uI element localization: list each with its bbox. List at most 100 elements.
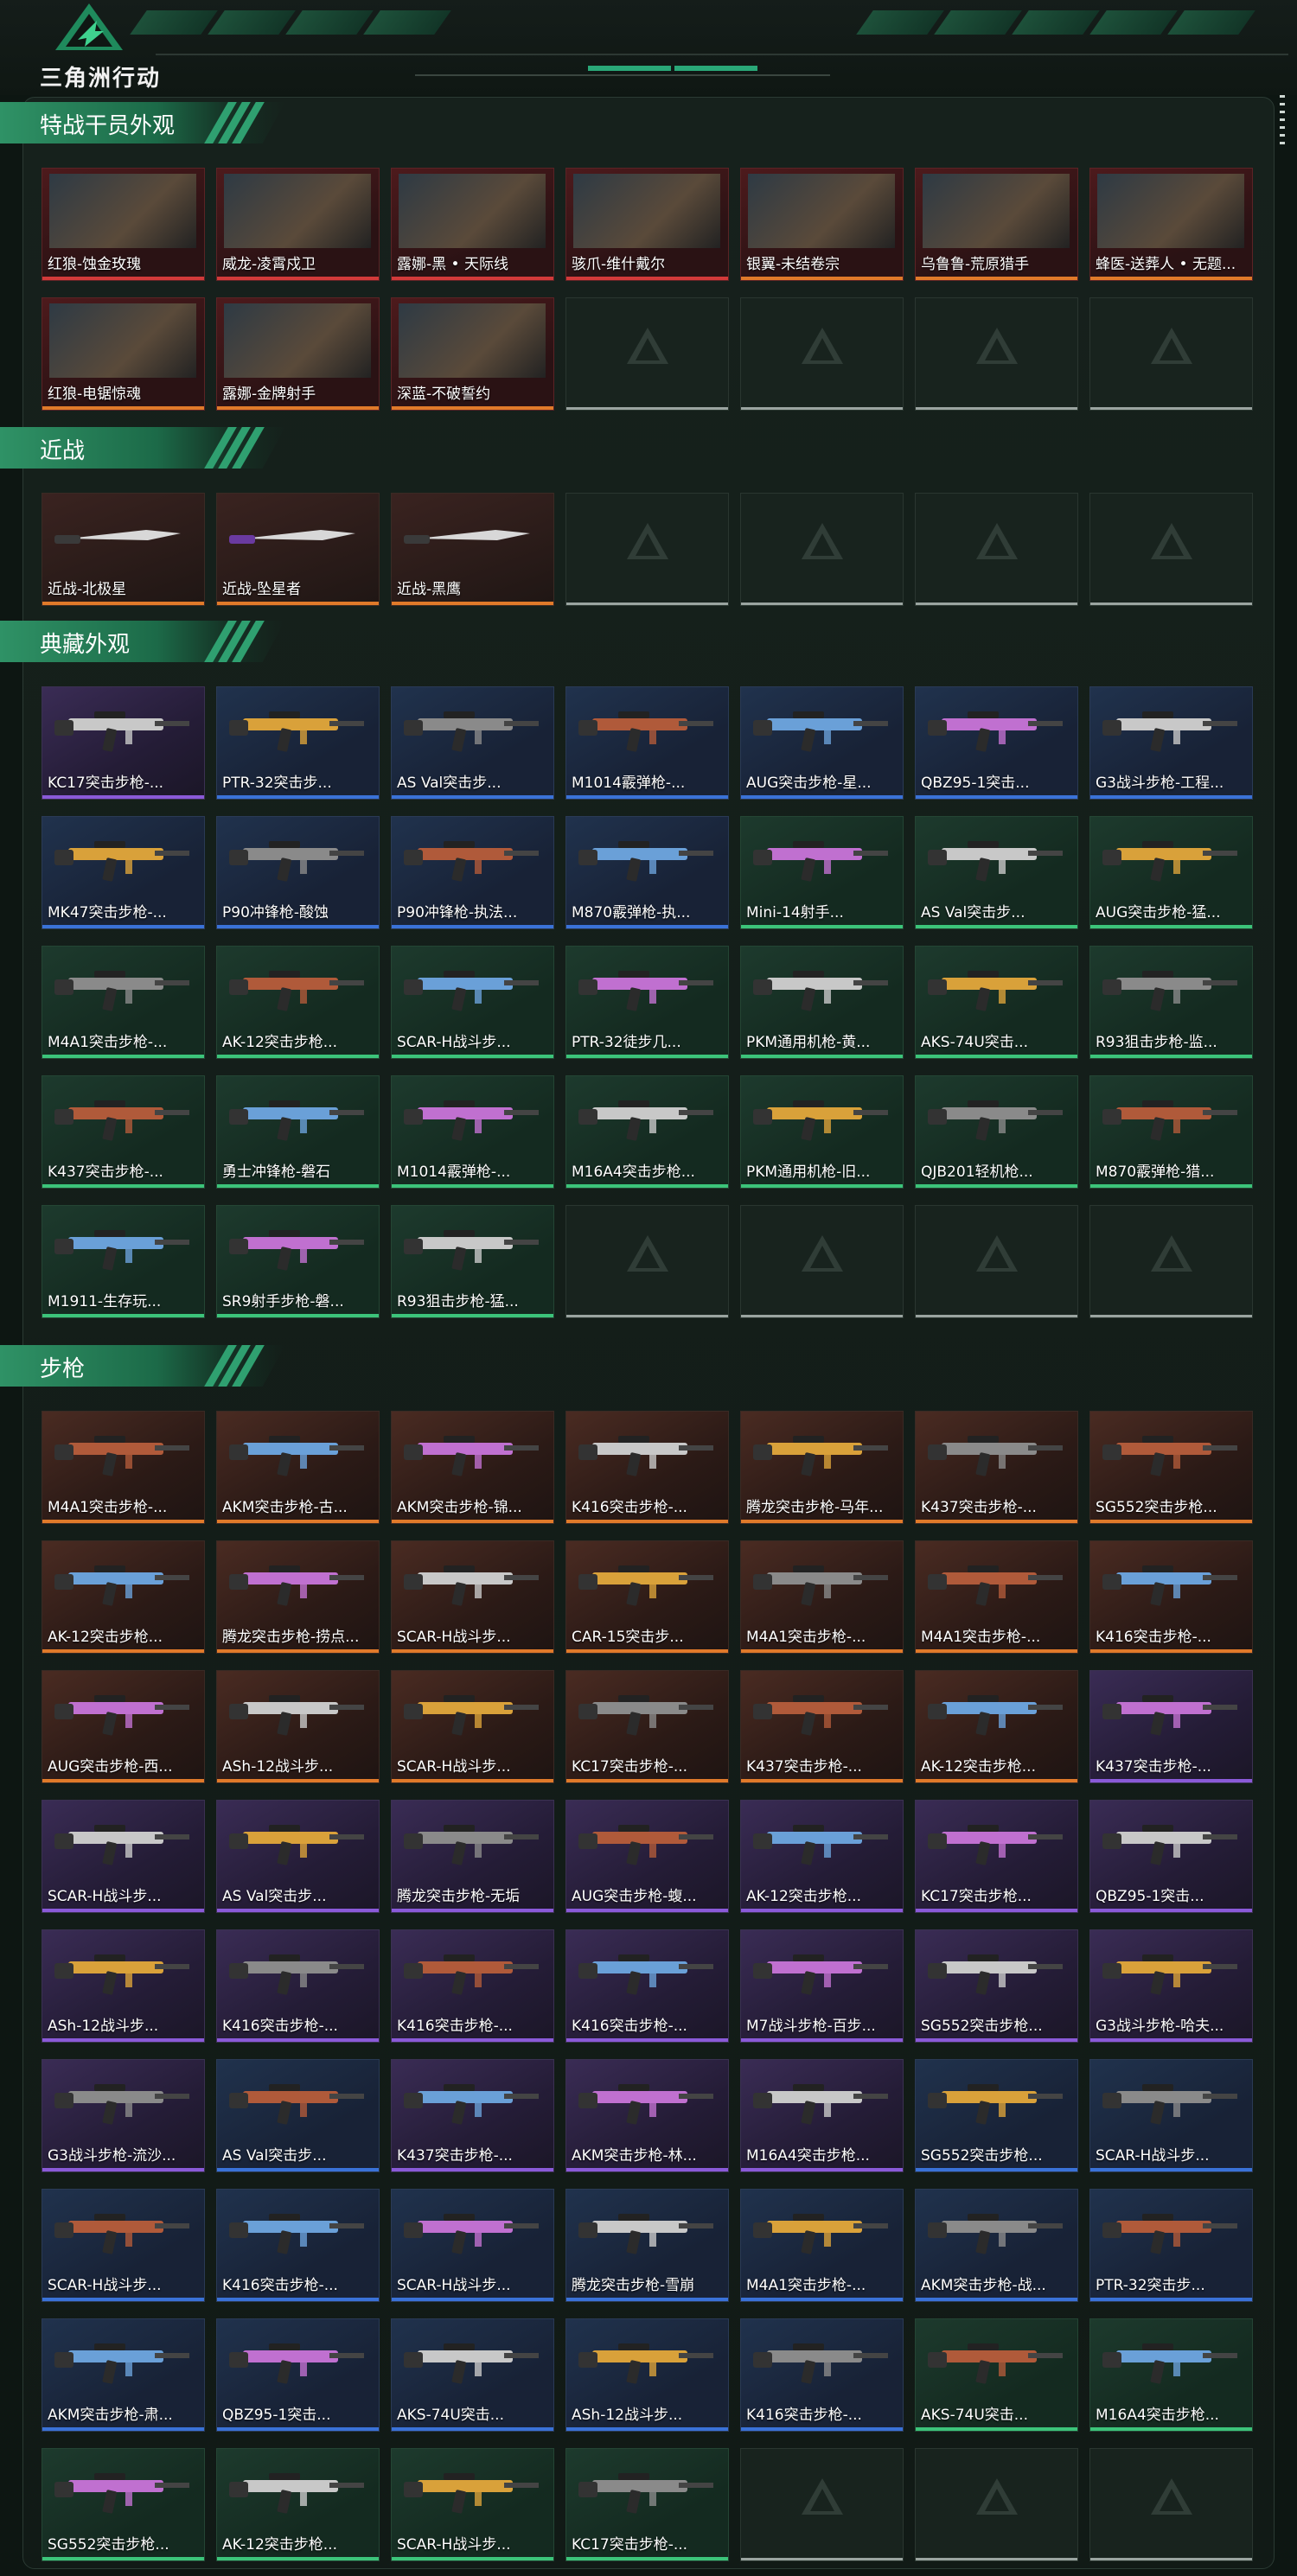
weapon-skin-card[interactable]: 腾龙突击步枪-雪崩 xyxy=(565,2189,729,2302)
agent-skin-card[interactable]: 深蓝-不破誓约 xyxy=(391,297,554,411)
weapon-skin-card[interactable]: AKM突击步枪-古... xyxy=(216,1411,380,1524)
weapon-skin-card[interactable]: M870霰弹枪-执... xyxy=(565,816,729,929)
weapon-skin-card[interactable]: P90冲锋枪-执法... xyxy=(391,816,554,929)
weapon-skin-card[interactable]: R93狙击步枪-监... xyxy=(1089,946,1253,1059)
weapon-skin-card[interactable]: M16A4突击步枪... xyxy=(1089,2318,1253,2432)
weapon-skin-card[interactable]: M4A1突击步枪-... xyxy=(42,946,205,1059)
weapon-skin-card[interactable]: AS Val突击步... xyxy=(391,686,554,800)
weapon-skin-card[interactable]: PTR-32突击步... xyxy=(1089,2189,1253,2302)
weapon-skin-card[interactable]: R93狙击步枪-猛... xyxy=(391,1205,554,1318)
weapon-skin-card[interactable]: G3战斗步枪-哈夫... xyxy=(1089,1929,1253,2043)
agent-skin-card[interactable]: 骇爪-维什戴尔 xyxy=(565,168,729,281)
weapon-skin-card[interactable]: ASh-12战斗步... xyxy=(216,1670,380,1783)
weapon-skin-card[interactable]: SCAR-H战斗步... xyxy=(391,1540,554,1654)
weapon-skin-card[interactable]: QBZ95-1突击... xyxy=(216,2318,380,2432)
weapon-skin-card[interactable]: K437突击步枪-... xyxy=(391,2059,554,2172)
weapon-skin-card[interactable]: QJB201轻机枪... xyxy=(915,1075,1078,1189)
weapon-skin-card[interactable]: M1014霰弹枪-... xyxy=(391,1075,554,1189)
weapon-skin-card[interactable]: AS Val突击步... xyxy=(915,816,1078,929)
weapon-skin-card[interactable]: CAR-15突击步... xyxy=(565,1540,729,1654)
weapon-skin-card[interactable]: AKM突击步枪-肃... xyxy=(42,2318,205,2432)
weapon-skin-card[interactable]: SR9射手步枪-磐... xyxy=(216,1205,380,1318)
weapon-skin-card[interactable]: AK-12突击步枪... xyxy=(740,1800,904,1913)
weapon-skin-card[interactable]: P90冲锋枪-酸蚀 xyxy=(216,816,380,929)
weapon-skin-card[interactable]: K437突击步枪-... xyxy=(915,1411,1078,1524)
agent-skin-card[interactable]: 露娜-金牌射手 xyxy=(216,297,380,411)
weapon-skin-card[interactable]: K416突击步枪-... xyxy=(565,1929,729,2043)
weapon-skin-card[interactable]: AS Val突击步... xyxy=(216,1800,380,1913)
weapon-skin-card[interactable]: AKS-74U突击... xyxy=(915,946,1078,1059)
weapon-skin-card[interactable]: AUG突击步枪-西... xyxy=(42,1670,205,1783)
weapon-skin-card[interactable]: Mini-14射手... xyxy=(740,816,904,929)
weapon-skin-card[interactable]: SCAR-H战斗步... xyxy=(1089,2059,1253,2172)
melee-skin-card[interactable]: 近战-坠星者 xyxy=(216,493,380,606)
weapon-skin-card[interactable]: SG552突击步枪... xyxy=(42,2448,205,2561)
weapon-skin-card[interactable]: KC17突击步枪-... xyxy=(565,2448,729,2561)
weapon-skin-card[interactable]: 腾龙突击步枪-无垢 xyxy=(391,1800,554,1913)
weapon-skin-card[interactable]: 勇士冲锋枪-磐石 xyxy=(216,1075,380,1189)
weapon-skin-card[interactable]: AK-12突击步枪... xyxy=(915,1670,1078,1783)
weapon-skin-card[interactable]: M4A1突击步枪-... xyxy=(915,1540,1078,1654)
weapon-skin-card[interactable]: K416突击步枪-... xyxy=(216,2189,380,2302)
agent-skin-card[interactable]: 露娜-黑 • 天际线 xyxy=(391,168,554,281)
weapon-skin-card[interactable]: AKS-74U突击... xyxy=(391,2318,554,2432)
weapon-skin-card[interactable]: AKM突击步枪-锦... xyxy=(391,1411,554,1524)
agent-skin-card[interactable]: 威龙-凌霄戍卫 xyxy=(216,168,380,281)
agent-skin-card[interactable]: 乌鲁鲁-荒原猎手 xyxy=(915,168,1078,281)
agent-skin-card[interactable]: 蜂医-送葬人 • 无题... xyxy=(1089,168,1253,281)
weapon-skin-card[interactable]: M16A4突击步枪... xyxy=(740,2059,904,2172)
weapon-skin-card[interactable]: ASh-12战斗步... xyxy=(565,2318,729,2432)
weapon-skin-card[interactable]: SCAR-H战斗步... xyxy=(42,1800,205,1913)
weapon-skin-card[interactable]: AK-12突击步枪... xyxy=(216,946,380,1059)
weapon-skin-card[interactable]: M4A1突击步枪-... xyxy=(740,2189,904,2302)
agent-skin-card[interactable]: 银翼-未结卷宗 xyxy=(740,168,904,281)
weapon-skin-card[interactable]: K416突击步枪-... xyxy=(391,1929,554,2043)
weapon-skin-card[interactable]: G3战斗步枪-流沙... xyxy=(42,2059,205,2172)
weapon-skin-card[interactable]: SG552突击步枪... xyxy=(915,1929,1078,2043)
weapon-skin-card[interactable]: KC17突击步枪... xyxy=(915,1800,1078,1913)
weapon-skin-card[interactable]: ASh-12战斗步... xyxy=(42,1929,205,2043)
agent-skin-card[interactable]: 红狼-蚀金玫瑰 xyxy=(42,168,205,281)
weapon-skin-card[interactable]: M4A1突击步枪-... xyxy=(42,1411,205,1524)
weapon-skin-card[interactable]: AKM突击步枪-林... xyxy=(565,2059,729,2172)
scrollbar[interactable] xyxy=(1280,95,1285,147)
weapon-skin-card[interactable]: M7战斗步枪-百步... xyxy=(740,1929,904,2043)
weapon-skin-card[interactable]: K437突击步枪-... xyxy=(1089,1670,1253,1783)
weapon-skin-card[interactable]: K416突击步枪-... xyxy=(565,1411,729,1524)
weapon-skin-card[interactable]: AKM突击步枪-战... xyxy=(915,2189,1078,2302)
weapon-skin-card[interactable]: SCAR-H战斗步... xyxy=(42,2189,205,2302)
weapon-skin-card[interactable]: AS Val突击步... xyxy=(216,2059,380,2172)
weapon-skin-card[interactable]: G3战斗步枪-工程... xyxy=(1089,686,1253,800)
weapon-skin-card[interactable]: M1911-生存玩... xyxy=(42,1205,205,1318)
weapon-skin-card[interactable]: KC17突击步枪-... xyxy=(42,686,205,800)
weapon-skin-card[interactable]: K416突击步枪-... xyxy=(1089,1540,1253,1654)
weapon-skin-card[interactable]: PKM通用机枪-旧... xyxy=(740,1075,904,1189)
weapon-skin-card[interactable]: M870霰弹枪-猎... xyxy=(1089,1075,1253,1189)
weapon-skin-card[interactable]: AUG突击步枪-蝮... xyxy=(565,1800,729,1913)
weapon-skin-card[interactable]: M16A4突击步枪... xyxy=(565,1075,729,1189)
weapon-skin-card[interactable]: 腾龙突击步枪-马年... xyxy=(740,1411,904,1524)
weapon-skin-card[interactable]: AK-12突击步枪... xyxy=(42,1540,205,1654)
weapon-skin-card[interactable]: K416突击步枪-... xyxy=(740,2318,904,2432)
weapon-skin-card[interactable]: M1014霰弹枪-... xyxy=(565,686,729,800)
weapon-skin-card[interactable]: SG552突击步枪... xyxy=(1089,1411,1253,1524)
weapon-skin-card[interactable]: AK-12突击步枪... xyxy=(216,2448,380,2561)
weapon-skin-card[interactable]: SCAR-H战斗步... xyxy=(391,946,554,1059)
weapon-skin-card[interactable]: QBZ95-1突击... xyxy=(915,686,1078,800)
weapon-skin-card[interactable]: K437突击步枪-... xyxy=(740,1670,904,1783)
weapon-skin-card[interactable]: K437突击步枪-... xyxy=(42,1075,205,1189)
melee-skin-card[interactable]: 近战-北极星 xyxy=(42,493,205,606)
weapon-skin-card[interactable]: KC17突击步枪-... xyxy=(565,1670,729,1783)
weapon-skin-card[interactable]: MK47突击步枪-... xyxy=(42,816,205,929)
weapon-skin-card[interactable]: PKM通用机枪-黄... xyxy=(740,946,904,1059)
weapon-skin-card[interactable]: AKS-74U突击... xyxy=(915,2318,1078,2432)
weapon-skin-card[interactable]: PTR-32徒步几... xyxy=(565,946,729,1059)
weapon-skin-card[interactable]: 腾龙突击步枪-捞点... xyxy=(216,1540,380,1654)
weapon-skin-card[interactable]: AUG突击步枪-星... xyxy=(740,686,904,800)
weapon-skin-card[interactable]: SCAR-H战斗步... xyxy=(391,2448,554,2561)
weapon-skin-card[interactable]: SCAR-H战斗步... xyxy=(391,2189,554,2302)
weapon-skin-card[interactable]: QBZ95-1突击... xyxy=(1089,1800,1253,1913)
weapon-skin-card[interactable]: PTR-32突击步... xyxy=(216,686,380,800)
weapon-skin-card[interactable]: K416突击步枪-... xyxy=(216,1929,380,2043)
weapon-skin-card[interactable]: SCAR-H战斗步... xyxy=(391,1670,554,1783)
